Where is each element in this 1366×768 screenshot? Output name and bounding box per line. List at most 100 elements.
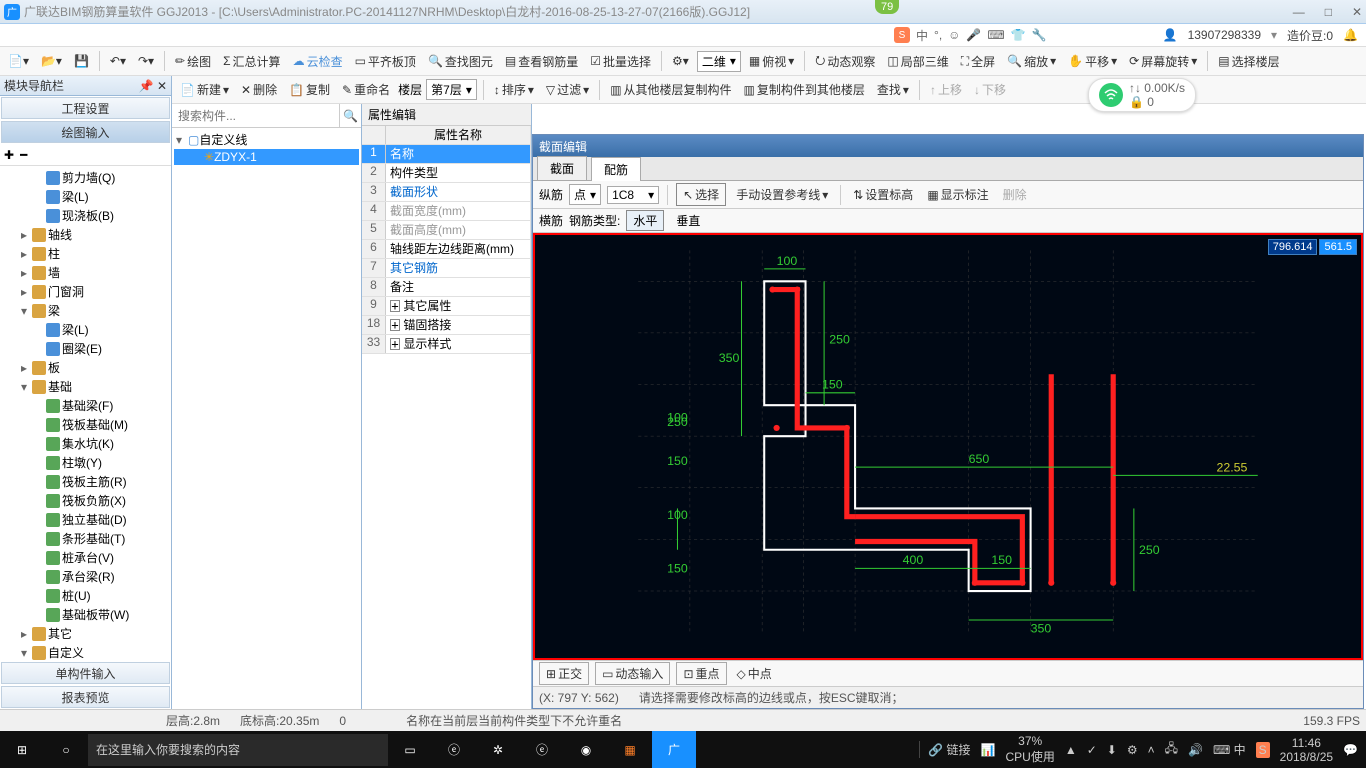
tree-item[interactable]: 梁(L) <box>0 320 171 339</box>
vertical-button[interactable]: 垂直 <box>670 211 706 230</box>
app-ie-icon[interactable]: ⓔ <box>432 731 476 768</box>
start-button[interactable]: ⊞ <box>0 731 44 768</box>
tree-item[interactable]: 基础梁(F) <box>0 396 171 415</box>
tree-item[interactable]: 圈梁(E) <box>0 339 171 358</box>
tree-item[interactable]: ▾梁 <box>0 301 171 320</box>
cloud-check-button[interactable]: ☁ 云检查 <box>289 51 347 72</box>
tree-item[interactable]: ▸柱 <box>0 244 171 263</box>
ortho-button[interactable]: ⊞ 正交 <box>539 662 589 685</box>
tree-item[interactable]: 现浇板(B) <box>0 206 171 225</box>
component-group[interactable]: ▾▢ 自定义线 <box>174 130 359 149</box>
tray-network-icon[interactable]: 🖧 <box>1165 739 1178 760</box>
tab-rebar[interactable]: 配筋 <box>591 157 641 181</box>
taskbar-search[interactable]: 在这里输入你要搜索的内容 <box>88 734 388 766</box>
search-icon[interactable]: 🔍 <box>339 104 361 127</box>
tray-up-icon[interactable]: ˄ <box>1148 743 1155 757</box>
close-panel-icon[interactable]: ✕ <box>157 79 167 93</box>
redo-button[interactable]: ↷▾ <box>134 52 158 70</box>
app-spiral-icon[interactable]: ◉ <box>564 731 608 768</box>
rename-button[interactable]: ✎ 重命名 <box>338 79 394 100</box>
rebar-view-button[interactable]: ▤ 查看钢筋量 <box>501 51 582 72</box>
pan-button[interactable]: ✋ 平移▾ <box>1064 51 1121 72</box>
app-edge-icon[interactable]: ⓔ <box>520 731 564 768</box>
flat-button[interactable]: ▭ 平齐板顶 <box>351 51 420 72</box>
collapse-icon[interactable]: ━ <box>20 148 27 162</box>
cad-viewport[interactable]: 796.614561.5 <box>533 233 1363 660</box>
report-preview-tab[interactable]: 报表预览 <box>1 686 170 708</box>
tray-ime-icon[interactable]: ⌨ 中 <box>1213 741 1246 758</box>
app-ppt-icon[interactable]: ▦ <box>608 731 652 768</box>
property-row[interactable]: 1名称 <box>362 145 531 164</box>
rotate-button[interactable]: ⟳ 屏幕旋转▾ <box>1125 51 1201 72</box>
select-button[interactable]: ↖ 选择 <box>676 183 726 206</box>
property-row[interactable]: 33+ 显示样式 <box>362 335 531 354</box>
property-row[interactable]: 9+ 其它属性 <box>362 297 531 316</box>
property-row[interactable]: 5截面高度(mm) <box>362 221 531 240</box>
tree-item[interactable]: 筏板负筋(X) <box>0 491 171 510</box>
tree-item[interactable]: 条形基础(T) <box>0 529 171 548</box>
project-settings-tab[interactable]: 工程设置 <box>1 97 170 119</box>
cortana-icon[interactable]: ○ <box>44 731 88 768</box>
component-tree[interactable]: 剪力墙(Q)梁(L)现浇板(B)▸轴线▸柱▸墙▸门窗洞▾梁梁(L)圈梁(E)▸板… <box>0 166 171 661</box>
tree-item[interactable]: ▾基础 <box>0 377 171 396</box>
ime-skin-icon[interactable]: 👕 <box>1011 28 1026 42</box>
tab-section[interactable]: 截面 <box>537 156 587 180</box>
pin-icon[interactable]: 📌 <box>139 79 154 93</box>
ime-emoji-icon[interactable]: ☺ <box>948 28 960 42</box>
ime-settings-icon[interactable]: 🔧 <box>1032 28 1047 42</box>
batch-select-button[interactable]: ☑ 批量选择 <box>586 51 655 72</box>
tree-item[interactable]: ▸墙 <box>0 263 171 282</box>
set-elevation-button[interactable]: ⇅ 设置标高 <box>849 184 917 205</box>
select-floor-button[interactable]: ▤ 选择楼层 <box>1214 51 1283 72</box>
tree-item[interactable]: ▸门窗洞 <box>0 282 171 301</box>
ime-keyboard-icon[interactable]: ⌨ <box>987 28 1004 42</box>
tree-item[interactable]: ▾自定义 <box>0 643 171 661</box>
floor-select[interactable]: 第7层 ▾ <box>426 79 477 100</box>
property-row[interactable]: 18+ 锚固搭接 <box>362 316 531 335</box>
delete-rebar-button[interactable]: 删除 <box>999 184 1031 205</box>
app-ggj-icon[interactable]: 广 <box>652 731 696 768</box>
copy-from-floor-button[interactable]: ▥ 从其他楼层复制构件 <box>606 79 735 100</box>
options-button[interactable]: ⚙▾ <box>668 52 693 70</box>
ime-lang[interactable]: 中 <box>916 27 928 44</box>
search-input[interactable] <box>172 104 339 127</box>
clock[interactable]: 11:462018/8/25 <box>1280 736 1333 764</box>
component-item[interactable]: ✳ ZDYX-1 <box>174 149 359 165</box>
tray-icon-1[interactable]: ▲ <box>1065 743 1077 757</box>
minimize-button[interactable]: — <box>1293 5 1305 19</box>
user-id[interactable]: 13907298339 <box>1188 28 1261 42</box>
ime-punct[interactable]: °, <box>934 28 942 42</box>
draw-button[interactable]: ✏ 绘图 <box>171 51 215 72</box>
bell-icon[interactable]: 🔔 <box>1343 28 1358 42</box>
undo-button[interactable]: ↶▾ <box>106 52 130 70</box>
tree-item[interactable]: 基础板带(W) <box>0 605 171 624</box>
draw-input-tab[interactable]: 绘图输入 <box>1 121 170 143</box>
dynamic-input-button[interactable]: ▭ 动态输入 <box>595 662 670 685</box>
property-row[interactable]: 7其它钢筋 <box>362 259 531 278</box>
copy-button[interactable]: 📋 复制 <box>285 79 334 100</box>
dynamic-view-button[interactable]: ⭮ 动态观察 <box>811 49 879 74</box>
tree-item[interactable]: 桩(U) <box>0 586 171 605</box>
reference-line-button[interactable]: 手动设置参考线 ▾ <box>732 184 832 205</box>
close-button[interactable]: ✕ <box>1352 5 1362 19</box>
property-row[interactable]: 2构件类型 <box>362 164 531 183</box>
ime-mic-icon[interactable]: 🎤 <box>966 28 981 42</box>
point-select[interactable]: 点 ▾ <box>569 184 601 205</box>
property-row[interactable]: 4截面宽度(mm) <box>362 202 531 221</box>
perf-icon[interactable]: 📊 <box>981 743 996 757</box>
find-element-button[interactable]: 🔍 查找图元 <box>424 51 497 72</box>
tree-item[interactable]: 筏板主筋(R) <box>0 472 171 491</box>
user-icon[interactable]: 👤 <box>1163 28 1178 42</box>
find-button[interactable]: 查找▾ <box>873 79 913 100</box>
tree-item[interactable]: 柱墩(Y) <box>0 453 171 472</box>
tree-item[interactable]: 梁(L) <box>0 187 171 206</box>
new-button[interactable]: 📄 新建▾ <box>176 79 233 100</box>
tree-item[interactable]: ▸其它 <box>0 624 171 643</box>
tray-sogou-icon[interactable]: S <box>1256 742 1270 758</box>
property-row[interactable]: 8备注 <box>362 278 531 297</box>
tree-item[interactable]: 剪力墙(Q) <box>0 168 171 187</box>
move-down-button[interactable]: ↓ 下移 <box>970 79 1010 100</box>
midpoint-button[interactable]: ◇ 中点 <box>733 663 776 684</box>
property-row[interactable]: 6轴线距左边线距离(mm) <box>362 240 531 259</box>
local-3d-button[interactable]: ◫ 局部三维 <box>883 51 952 72</box>
